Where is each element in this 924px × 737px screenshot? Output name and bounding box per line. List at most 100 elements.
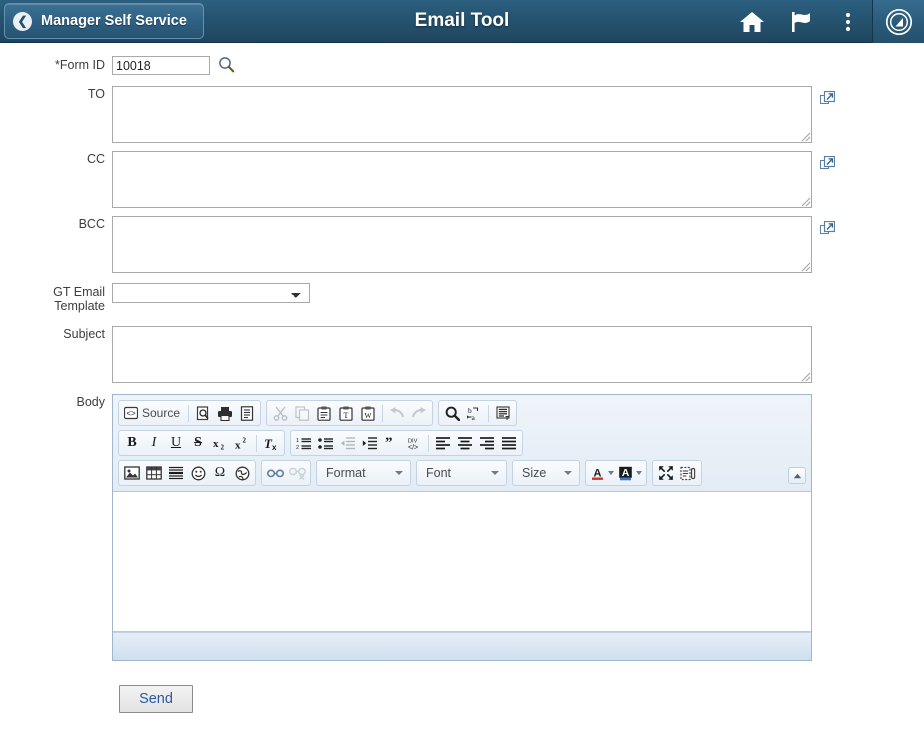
source-button-label: Source	[142, 406, 181, 420]
home-icon[interactable]	[728, 0, 776, 43]
flag-icon[interactable]	[776, 0, 824, 43]
unlink-icon[interactable]	[286, 462, 308, 484]
cc-field-wrapper	[112, 151, 812, 208]
to-input[interactable]	[112, 86, 812, 143]
svg-text:T: T	[344, 411, 349, 420]
omega-label: Ω	[214, 465, 226, 480]
bcc-row: BCC	[0, 216, 924, 273]
source-button[interactable]: <> Source	[121, 402, 185, 424]
tools-group	[652, 460, 702, 486]
app-header: ❮ Manager Self Service Email Tool	[0, 0, 924, 43]
redo-button[interactable]	[408, 402, 430, 424]
subject-field-wrapper	[112, 326, 812, 383]
back-button[interactable]: ❮ Manager Self Service	[4, 3, 204, 39]
show-blocks-icon[interactable]	[677, 462, 699, 484]
cc-input[interactable]	[112, 151, 812, 208]
font-dropdown[interactable]: Font	[416, 460, 507, 486]
remove-format-button[interactable]: T x	[260, 432, 282, 454]
undo-button[interactable]	[386, 402, 408, 424]
template-row: GT Email Template	[0, 283, 924, 313]
templates-button[interactable]	[236, 402, 258, 424]
subject-row: Subject	[0, 326, 924, 383]
table-icon[interactable]	[143, 462, 165, 484]
preview-button[interactable]	[192, 402, 214, 424]
to-field-wrapper	[112, 86, 812, 143]
basic-styles-group: B I U S x 2 x 2 T x	[118, 430, 285, 456]
magnifier-icon[interactable]	[218, 56, 235, 78]
superscript-button[interactable]: x 2	[231, 432, 253, 454]
background-color-button[interactable]: A	[616, 462, 644, 484]
align-justify-button[interactable]	[498, 432, 520, 454]
cut-button[interactable]	[269, 402, 291, 424]
select-all-button[interactable]	[492, 402, 514, 424]
toolbar-row-1: <> Source T W b a	[118, 400, 807, 426]
insert-group: Ω	[118, 460, 256, 486]
svg-text:2: 2	[242, 436, 246, 444]
to-open-in-new-window-icon[interactable]	[820, 90, 836, 111]
align-left-button[interactable]	[432, 432, 454, 454]
document-tools-group: <> Source	[118, 400, 262, 426]
editor-toolbar: <> Source T W b a B I U S x 2 x 2 T x 1 …	[113, 395, 811, 492]
indent-button[interactable]	[359, 432, 381, 454]
toolbar-separator	[488, 404, 490, 422]
copy-button[interactable]	[291, 402, 313, 424]
bcc-open-in-new-window-icon[interactable]	[820, 220, 836, 241]
format-dropdown[interactable]: Format	[316, 460, 411, 486]
collapse-toolbar-button[interactable]	[788, 467, 806, 484]
gt-email-template-select[interactable]	[112, 283, 310, 303]
back-button-label: Manager Self Service	[41, 13, 187, 29]
paste-button[interactable]	[313, 402, 335, 424]
subject-input[interactable]	[112, 326, 812, 383]
subscript-button[interactable]: x 2	[209, 432, 231, 454]
body-row: Body <> Source T W b a B I U S x 2 x 2 T…	[0, 394, 924, 661]
italic-button[interactable]: I	[143, 432, 165, 454]
form-id-input[interactable]	[112, 56, 210, 75]
replace-button[interactable]: b a	[463, 402, 485, 424]
svg-text:x: x	[235, 439, 241, 451]
bold-button[interactable]: B	[121, 432, 143, 454]
align-right-button[interactable]	[476, 432, 498, 454]
div-container-button[interactable]: DIV </>	[403, 432, 425, 454]
numbered-list-button[interactable]: 1 2	[293, 432, 315, 454]
size-dropdown[interactable]: Size	[512, 460, 580, 486]
clipboard-tools-group: T W	[266, 400, 434, 426]
toolbar-separator	[428, 434, 429, 452]
smiley-icon[interactable]	[187, 462, 209, 484]
body-label: Body	[76, 395, 106, 409]
omega-icon[interactable]: Ω	[209, 462, 231, 484]
svg-text:2: 2	[296, 445, 299, 450]
paste-text-button[interactable]: T	[335, 402, 357, 424]
cc-open-in-new-window-icon[interactable]	[820, 155, 836, 176]
text-color-button[interactable]: A	[588, 462, 616, 484]
underline-button-label: U	[170, 435, 182, 450]
kebab-menu-icon[interactable]	[824, 0, 872, 43]
nav-compass-icon[interactable]	[872, 0, 924, 43]
editor-content-area[interactable]	[113, 492, 811, 632]
strikethrough-button[interactable]: S	[187, 432, 209, 454]
globe-icon[interactable]	[231, 462, 253, 484]
horizontal-rule-icon[interactable]	[165, 462, 187, 484]
find-button[interactable]	[441, 402, 463, 424]
align-center-button[interactable]	[454, 432, 476, 454]
send-button[interactable]: Send	[119, 685, 193, 713]
chevron-down-icon	[564, 471, 572, 475]
toolbar-separator	[188, 404, 190, 422]
bulleted-list-button[interactable]	[315, 432, 337, 454]
cc-row: CC	[0, 151, 924, 208]
svg-text:W: W	[365, 411, 372, 420]
image-icon[interactable]	[121, 462, 143, 484]
maximize-icon[interactable]	[655, 462, 677, 484]
paste-word-button[interactable]: W	[357, 402, 379, 424]
editor-status-bar	[113, 632, 811, 660]
font-dropdown-label: Font	[426, 466, 452, 480]
print-button[interactable]	[214, 402, 236, 424]
bold-button-label: B	[127, 435, 137, 450]
outdent-button[interactable]	[337, 432, 359, 454]
link-icon[interactable]	[264, 462, 286, 484]
bcc-input[interactable]	[112, 216, 812, 273]
size-dropdown-label: Size	[522, 466, 547, 480]
blockquote-button[interactable]: ”	[381, 432, 403, 454]
underline-button[interactable]: U	[165, 432, 187, 454]
chevron-down-icon	[395, 471, 403, 475]
toolbar-separator	[382, 404, 384, 422]
